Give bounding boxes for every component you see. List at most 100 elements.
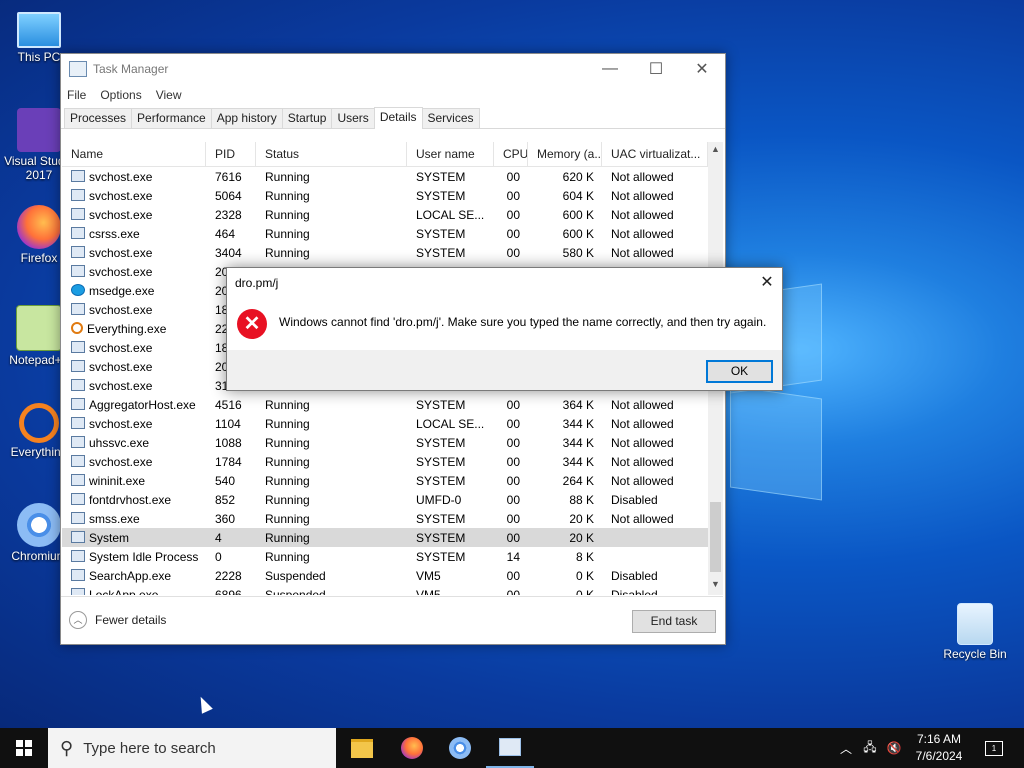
tab-processes[interactable]: Processes <box>64 108 133 128</box>
notification-center-button[interactable]: 1 <box>982 728 1006 768</box>
network-icon[interactable]: 🖧 <box>860 728 880 768</box>
process-icon <box>71 530 85 543</box>
firefox-icon <box>17 205 61 249</box>
cell-memory: 580 K <box>562 245 594 260</box>
ok-button[interactable]: OK <box>706 360 773 383</box>
column-header-cpu[interactable]: CPU <box>494 142 528 166</box>
tab-app-history[interactable]: App history <box>210 108 283 128</box>
table-row[interactable]: svchost.exe 1784 Running SYSTEM 00 344 K Not a… <box>62 452 708 471</box>
close-button[interactable]: ✕ <box>679 54 725 84</box>
menu-file[interactable]: File <box>67 88 86 102</box>
taskbar-chromium[interactable] <box>436 728 484 768</box>
cell-uac: Not allowed <box>611 416 674 431</box>
column-header-user-name[interactable]: User name <box>407 142 494 166</box>
chromium-icon <box>449 737 471 759</box>
cell-pid: 5064 <box>215 188 242 203</box>
scroll-down-arrow-icon[interactable]: ▼ <box>708 579 723 593</box>
cell-user-name: VM5 <box>416 568 441 583</box>
table-row[interactable]: csrss.exe 464 Running SYSTEM 00 600 K Not allo… <box>62 224 708 243</box>
cell-status: Running <box>265 473 310 488</box>
maximize-button[interactable]: ☐ <box>633 54 679 84</box>
cell-memory: 0 K <box>575 587 594 596</box>
table-row[interactable]: svchost.exe 3404 Running SYSTEM 00 580 K Not a… <box>62 243 708 262</box>
cell-memory: 20 K <box>569 530 594 545</box>
cell-pid: 360 <box>215 511 236 526</box>
cell-user-name: SYSTEM <box>416 188 466 203</box>
table-row[interactable]: AggregatorHost.exe 4516 Running SYSTEM 00 364… <box>62 395 708 414</box>
tab-users[interactable]: Users <box>331 108 375 128</box>
table-row[interactable]: svchost.exe 5064 Running SYSTEM 00 604 K Not a… <box>62 186 708 205</box>
taskbar-file-explorer[interactable] <box>338 728 386 768</box>
cell-name: System Idle Process <box>62 549 206 564</box>
table-row[interactable]: svchost.exe 2328 Running LOCAL SE... 00 600 K… <box>62 205 708 224</box>
table-row[interactable]: svchost.exe 7616 Running SYSTEM 00 620 K Not a… <box>62 167 708 186</box>
scroll-up-arrow-icon[interactable]: ▲ <box>708 144 723 158</box>
process-icon <box>71 340 85 353</box>
column-header-memory[interactable]: Memory (a... <box>528 142 602 166</box>
tab-details[interactable]: Details <box>373 107 423 129</box>
tab-services[interactable]: Services <box>421 108 480 128</box>
cell-name: LockApp.exe <box>62 587 206 596</box>
cell-uac: Not allowed <box>611 435 674 450</box>
column-header-status[interactable]: Status <box>256 142 407 166</box>
menu-options[interactable]: Options <box>100 88 141 102</box>
minimize-button[interactable]: — <box>587 54 633 84</box>
tab-strip: Processes Performance App history Startu… <box>61 106 725 129</box>
cell-memory: 620 K <box>562 169 594 184</box>
fewer-details-label: Fewer details <box>95 613 167 627</box>
process-name: svchost.exe <box>89 207 153 222</box>
computer-icon <box>17 12 61 48</box>
dialog-message: Windows cannot find 'dro.pm/j'. Make sur… <box>279 315 767 329</box>
taskbar-task-manager[interactable] <box>486 728 534 768</box>
column-header-pid[interactable]: PID <box>206 142 256 166</box>
task-manager-footer: ︿ Fewer details End task <box>61 596 723 643</box>
process-icon <box>71 397 85 410</box>
process-name: LockApp.exe <box>89 587 159 596</box>
cell-pid: 852 <box>215 492 236 507</box>
table-row[interactable]: fontdrvhost.exe 852 Running UMFD-0 00 88 K Dis… <box>62 490 708 509</box>
table-row[interactable]: uhssvc.exe 1088 Running SYSTEM 00 344 K Not al… <box>62 433 708 452</box>
cell-user-name: SYSTEM <box>416 169 466 184</box>
taskbar-search-box[interactable]: ⚲ Type here to search <box>48 728 336 768</box>
process-name: wininit.exe <box>89 473 146 488</box>
table-row[interactable]: SearchApp.exe 2228 Suspended VM5 00 0 K Disabl… <box>62 566 708 585</box>
taskbar-clock[interactable]: 7:16 AM 7/6/2024 <box>905 731 973 765</box>
table-row[interactable]: svchost.exe 1104 Running LOCAL SE... 00 344 K… <box>62 414 708 433</box>
process-name: uhssvc.exe <box>89 435 150 450</box>
cell-pid: 540 <box>215 473 236 488</box>
process-name: csrss.exe <box>89 226 140 241</box>
taskbar-firefox[interactable] <box>388 728 436 768</box>
tab-startup[interactable]: Startup <box>281 108 333 128</box>
everything-search-icon <box>19 403 59 443</box>
cell-user-name: SYSTEM <box>416 226 466 241</box>
cell-pid: 1088 <box>215 435 242 450</box>
cell-memory: 344 K <box>562 416 594 431</box>
scrollbar-thumb[interactable] <box>710 502 721 572</box>
table-row[interactable]: System 4 Running SYSTEM 00 20 K <box>62 528 708 547</box>
start-button[interactable] <box>0 728 48 768</box>
end-task-button[interactable]: End task <box>632 610 716 633</box>
task-manager-icon <box>499 738 521 756</box>
cell-user-name: SYSTEM <box>416 530 466 545</box>
cell-pid: 2328 <box>215 207 242 222</box>
desktop-icon-recycle-bin[interactable]: Recycle Bin <box>940 603 1010 661</box>
cell-uac: Not allowed <box>611 473 674 488</box>
table-row[interactable]: System Idle Process 0 Running SYSTEM 14 8 K <box>62 547 708 566</box>
process-icon <box>71 245 85 258</box>
dialog-close-button[interactable]: ✕ <box>752 268 782 298</box>
show-hidden-icons-chevron-icon[interactable]: ︿ <box>838 728 854 768</box>
process-icon <box>71 492 85 505</box>
table-row[interactable]: wininit.exe 540 Running SYSTEM 00 264 K Not al… <box>62 471 708 490</box>
cell-cpu: 00 <box>506 511 520 526</box>
column-header-uac-virtualization[interactable]: UAC virtualizat... <box>602 142 708 166</box>
process-icon <box>71 283 85 296</box>
table-row[interactable]: LockApp.exe 6896 Suspended VM5 00 0 K Disabled <box>62 585 708 595</box>
cell-memory: 600 K <box>562 226 594 241</box>
table-row[interactable]: smss.exe 360 Running SYSTEM 00 20 K Not allowe… <box>62 509 708 528</box>
fewer-details-button[interactable]: ︿ Fewer details <box>69 611 166 629</box>
column-header-name[interactable]: Name <box>62 142 206 166</box>
menu-view[interactable]: View <box>156 88 182 102</box>
volume-muted-icon[interactable]: 🔇 <box>884 728 904 768</box>
tab-performance[interactable]: Performance <box>131 108 212 128</box>
cell-cpu: 00 <box>506 587 520 596</box>
